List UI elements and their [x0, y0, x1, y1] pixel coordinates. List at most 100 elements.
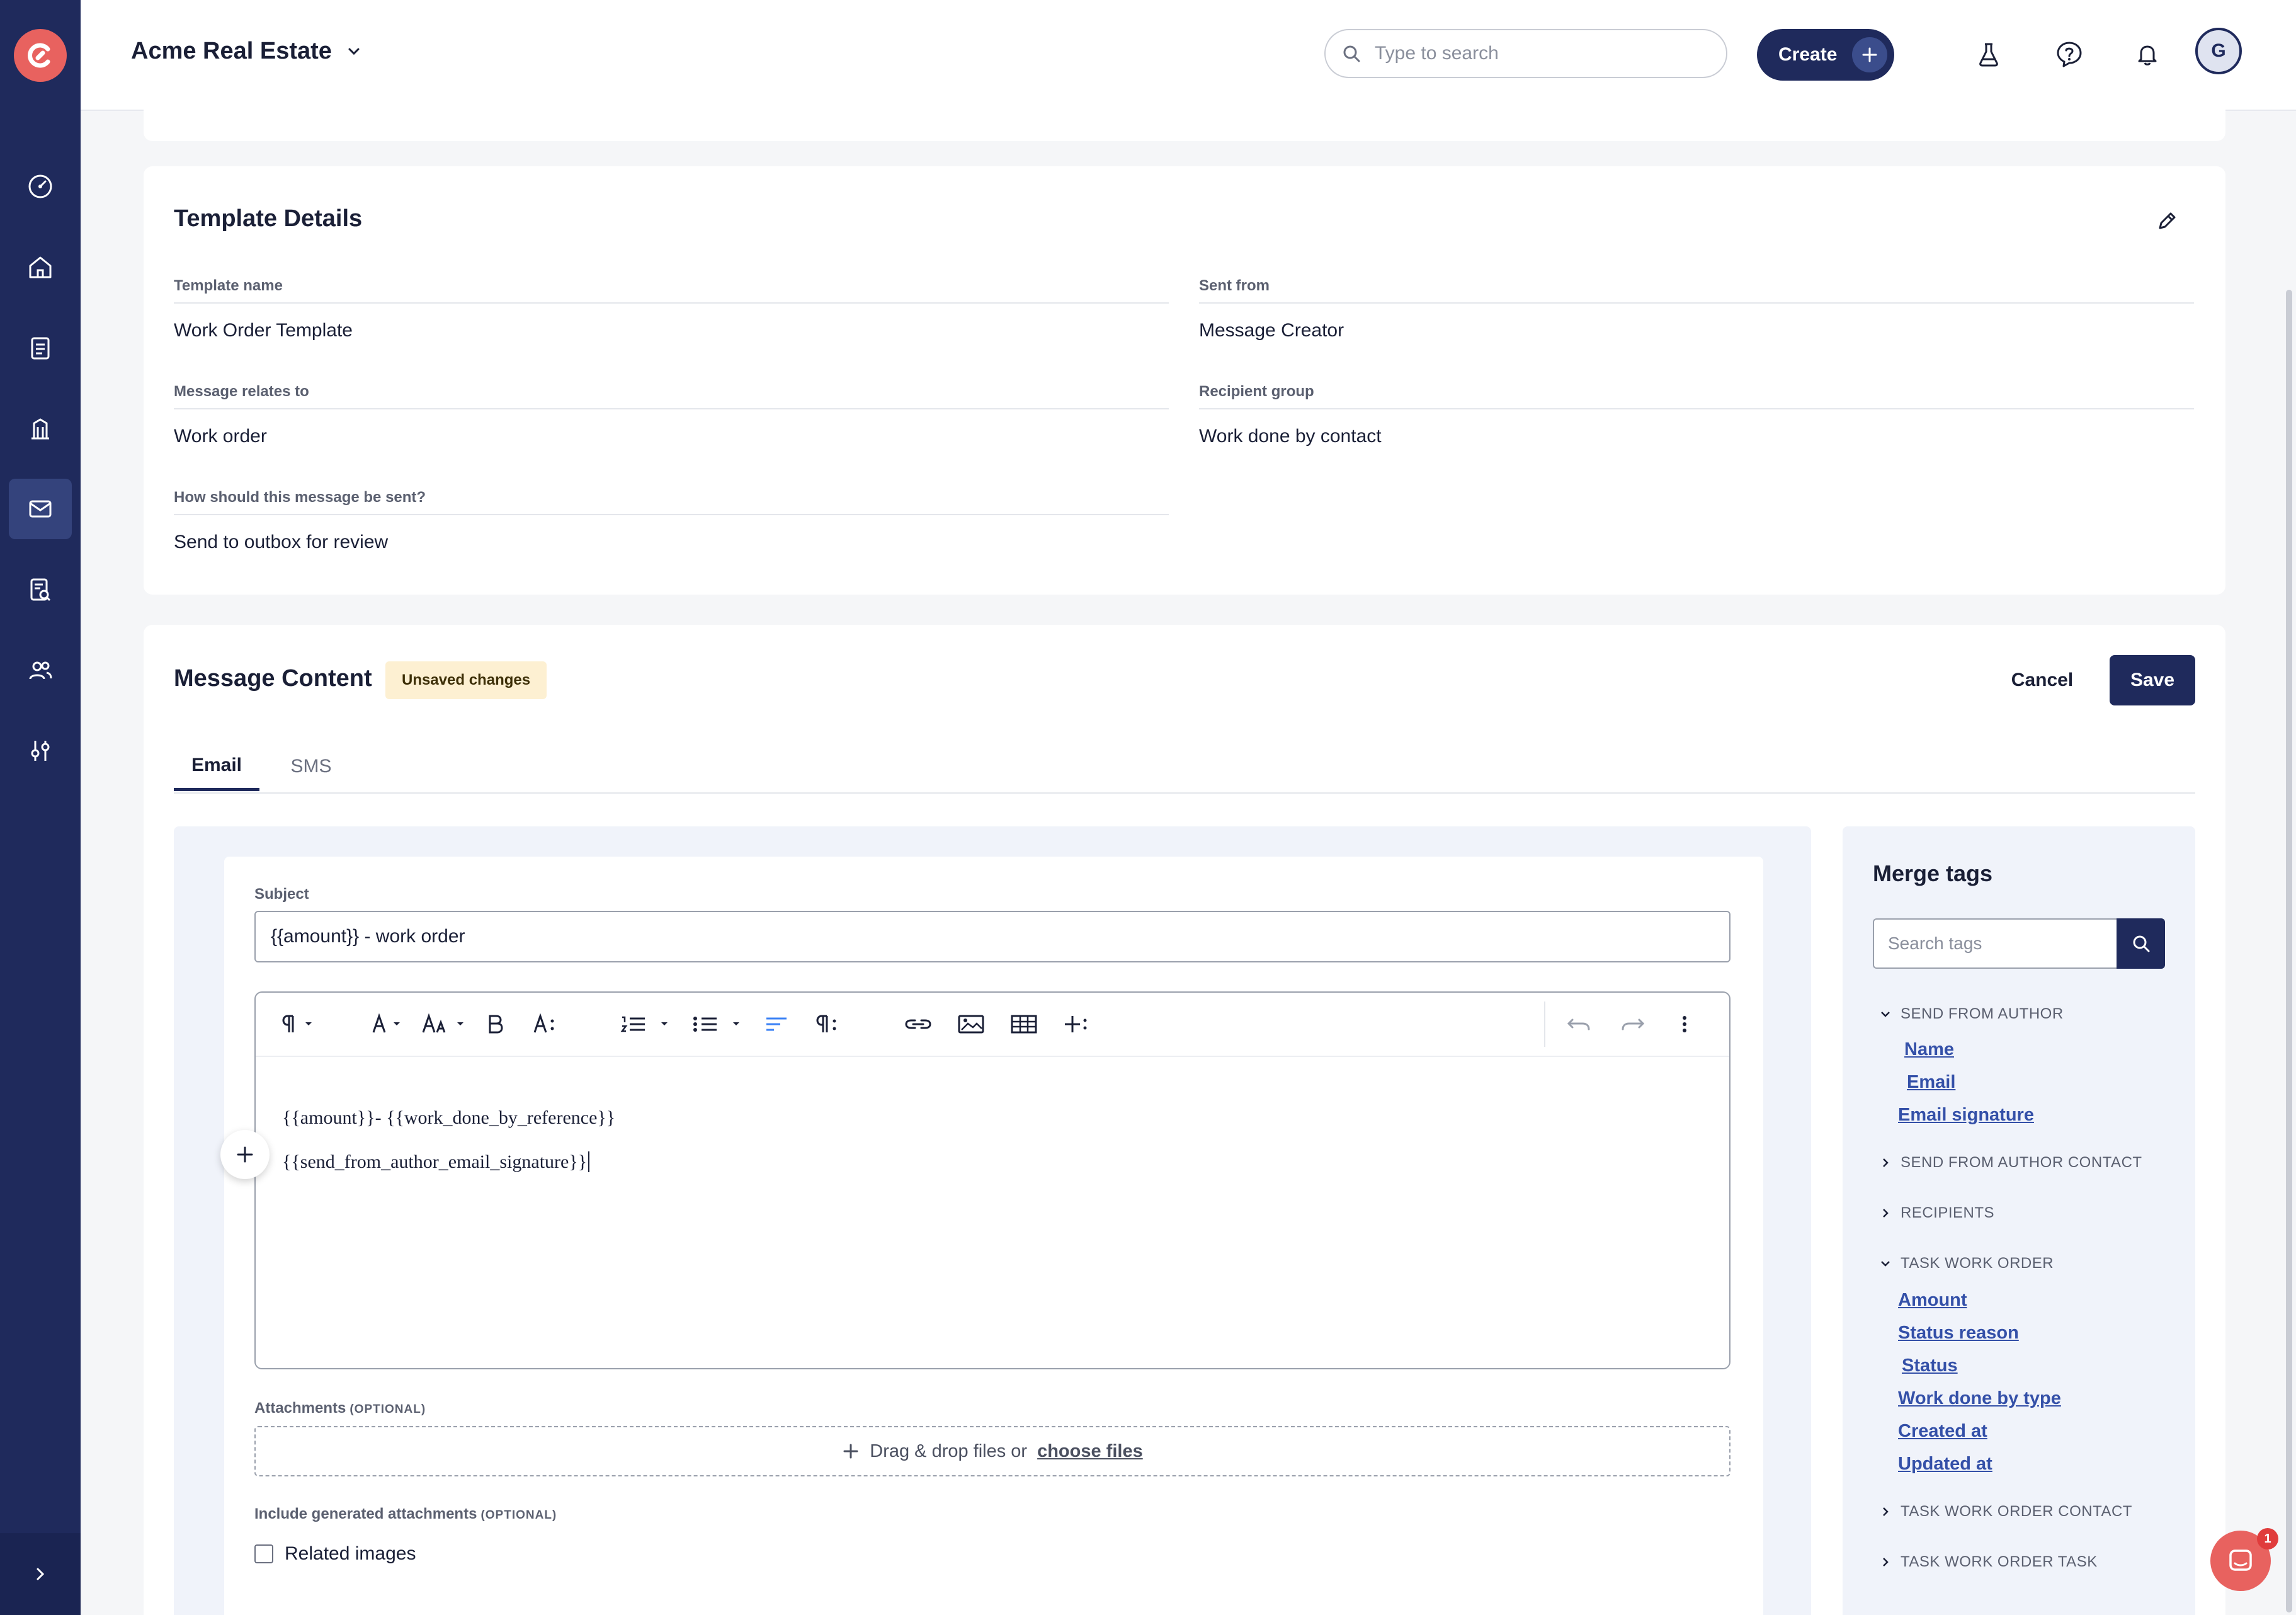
related-images-option[interactable]: Related images: [254, 1543, 416, 1565]
field-value: Work done by contact: [1199, 426, 1382, 447]
font-icon: [372, 1013, 400, 1033]
tab-email[interactable]: Email: [174, 742, 259, 791]
org-switcher[interactable]: Acme Real Estate: [131, 38, 362, 65]
tag-link-work-done-by-type[interactable]: Work done by type: [1898, 1388, 2061, 1409]
tag-group-task-work-order-task[interactable]: TASK WORK ORDER TASK: [1879, 1553, 2098, 1571]
tag-group-task-work-order[interactable]: TASK WORK ORDER: [1879, 1255, 2054, 1272]
add-block-button[interactable]: [220, 1130, 270, 1179]
sidebar-item-settings[interactable]: [9, 721, 72, 781]
create-button[interactable]: Create: [1757, 29, 1894, 81]
align-left-button[interactable]: [761, 1007, 792, 1042]
page-scrollbar[interactable]: [2286, 290, 2292, 1612]
user-avatar[interactable]: G: [2195, 28, 2242, 74]
sidebar: [0, 0, 81, 1615]
tag-link-created-at[interactable]: Created at: [1898, 1421, 1987, 1442]
insert-table-button[interactable]: [1006, 1007, 1042, 1042]
field-label: Recipient group: [1199, 383, 2194, 409]
plus-icon: [1852, 37, 1888, 72]
help-button[interactable]: [2052, 37, 2087, 72]
field-label: Template name: [174, 277, 1169, 304]
tag-group-send-from-author[interactable]: SEND FROM AUTHOR: [1879, 1005, 2064, 1023]
text-style-button[interactable]: [530, 1007, 565, 1042]
tab-sms[interactable]: SMS: [280, 742, 343, 791]
sidebar-item-tasks[interactable]: [9, 317, 72, 378]
message-content-card: Message Content Unsaved changes Cancel S…: [144, 625, 2225, 1615]
tag-group-recipients[interactable]: RECIPIENTS: [1879, 1204, 1994, 1222]
font-size-button[interactable]: [422, 1007, 470, 1042]
attachments-label: Attachments (OPTIONAL): [254, 1400, 426, 1417]
more-options-button[interactable]: [1669, 1007, 1700, 1042]
brand-logo[interactable]: [14, 29, 67, 82]
tag-link-status[interactable]: Status: [1902, 1355, 1958, 1376]
insert-image-button[interactable]: [953, 1007, 989, 1042]
redo-button[interactable]: [1615, 1007, 1650, 1042]
help-icon: [2057, 42, 2082, 67]
rich-text-editor[interactable]: {{amount}}- {{work_done_by_reference}} {…: [220, 991, 1731, 1369]
home-icon: [29, 256, 52, 278]
flask-icon: [1979, 43, 1998, 67]
tag-link-amount[interactable]: Amount: [1898, 1290, 1967, 1311]
edit-details-button[interactable]: [2151, 205, 2183, 237]
subject-input[interactable]: {{amount}} - work order: [254, 911, 1731, 962]
tag-search-input[interactable]: [1873, 918, 2117, 969]
field-template-name: Template name Work Order Template: [174, 277, 1169, 341]
chevron-right-icon: [37, 1568, 45, 1580]
paragraph-style-button[interactable]: [812, 1007, 848, 1042]
tag-group-send-from-author-contact[interactable]: SEND FROM AUTHOR CONTACT: [1879, 1154, 2142, 1172]
ordered-list-button[interactable]: [620, 1007, 676, 1042]
template-details-title: Template Details: [174, 205, 363, 232]
clipboard-icon: [31, 337, 50, 360]
search-icon: [2133, 935, 2149, 952]
field-sent-from: Sent from Message Creator: [1199, 277, 2194, 341]
field-label: Sent from: [1199, 277, 2194, 304]
sidebar-item-messages[interactable]: [9, 479, 72, 539]
toolbar-separator: [1544, 1002, 1545, 1047]
tag-group-task-work-order-contact[interactable]: TASK WORK ORDER CONTACT: [1879, 1503, 2132, 1521]
table-icon: [1011, 1015, 1037, 1034]
tag-link-updated-at[interactable]: Updated at: [1898, 1454, 1992, 1475]
cancel-button[interactable]: Cancel: [2003, 655, 2082, 705]
bullet-list-icon: [693, 1017, 739, 1032]
font-button[interactable]: [369, 1007, 411, 1042]
chevron-right-icon: [1883, 1507, 1889, 1516]
tag-link-email-signature[interactable]: Email signature: [1898, 1105, 2034, 1126]
tag-link-status-reason[interactable]: Status reason: [1898, 1323, 2019, 1344]
sidebar-item-properties[interactable]: [9, 237, 72, 297]
undo-button[interactable]: [1562, 1007, 1597, 1042]
sidebar-item-buildings[interactable]: [9, 398, 72, 459]
users-icon: [29, 661, 52, 680]
insert-more-button[interactable]: [1059, 1007, 1094, 1042]
sidebar-item-contacts[interactable]: [9, 640, 72, 700]
generated-attachments-label: Include generated attachments (OPTIONAL): [254, 1505, 557, 1522]
global-search-input[interactable]: [1373, 42, 1703, 65]
image-icon: [958, 1015, 984, 1034]
choose-files-link[interactable]: choose files: [1037, 1441, 1143, 1462]
tag-search-button[interactable]: [2117, 918, 2165, 969]
field-value: Send to outbox for review: [174, 532, 389, 552]
field-value: Message Creator: [1199, 320, 1344, 341]
sidebar-expand-button[interactable]: [0, 1533, 81, 1615]
attachments-dropzone[interactable]: Drag & drop files or choose files: [254, 1426, 1731, 1476]
bullet-list-button[interactable]: [691, 1007, 748, 1042]
related-images-checkbox[interactable]: [254, 1544, 273, 1563]
bold-button[interactable]: [480, 1007, 511, 1042]
notifications-button[interactable]: [2130, 37, 2165, 72]
labs-button[interactable]: [1971, 37, 2006, 72]
field-value: Work order: [174, 426, 267, 447]
save-button[interactable]: Save: [2110, 655, 2195, 705]
related-images-label: Related images: [285, 1543, 416, 1564]
previous-card: [144, 94, 2225, 141]
redo-icon: [1622, 1019, 1645, 1030]
editor-body[interactable]: {{amount}}- {{work_done_by_reference}} {…: [282, 1096, 615, 1184]
field-label: How should this message be sent?: [174, 489, 1169, 515]
insert-link-button[interactable]: [901, 1007, 936, 1042]
sidebar-item-dashboard[interactable]: [9, 156, 72, 217]
tag-link-email[interactable]: Email: [1907, 1072, 1955, 1093]
sidebar-item-reports[interactable]: [9, 559, 72, 620]
paragraph-format-button[interactable]: [280, 1007, 321, 1042]
merge-tags-panel: Merge tags SEND FROM AUTHOR Name Email E…: [1843, 826, 2195, 1615]
gauge-icon: [28, 174, 52, 198]
tag-link-name[interactable]: Name: [1904, 1039, 1954, 1060]
email-editor-panel: Subject {{amount}} - work order {{amount…: [220, 857, 1763, 1615]
template-details-card: Template Details Template name Work Orde…: [144, 166, 2225, 595]
